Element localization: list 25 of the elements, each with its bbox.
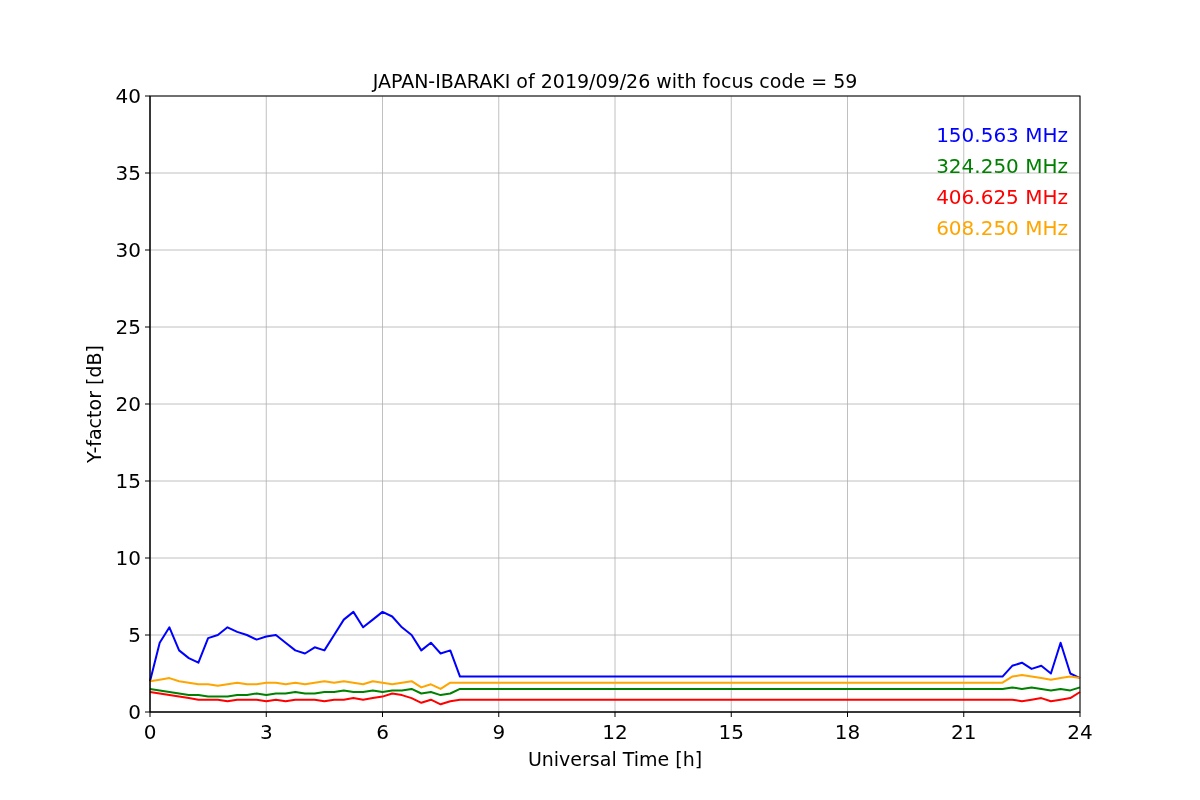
tick-label: 25: [115, 315, 141, 339]
tick-label: 24: [1067, 720, 1093, 744]
y-axis-label: Y-factor [dB]: [83, 345, 105, 463]
tick-label: 15: [115, 469, 141, 493]
chart-title: JAPAN-IBARAKI of 2019/09/26 with focus code = 59: [372, 70, 858, 92]
tick-label: 12: [602, 720, 628, 744]
tick-label: 6: [376, 720, 389, 744]
tick-label: 18: [834, 720, 861, 744]
tick-label: 0: [128, 700, 141, 724]
tick-label: 40: [115, 84, 141, 108]
tick-label: 20: [115, 392, 141, 416]
tick-label: 21: [951, 720, 977, 744]
tick-label: 15: [718, 720, 744, 744]
legend-label: 324.250 MHz: [936, 154, 1068, 178]
x-axis-label: Universal Time [h]: [527, 748, 703, 770]
tick-label: 10: [115, 546, 141, 570]
legend-label: 406.625 MHz: [936, 185, 1068, 209]
tick-label: 5: [128, 623, 141, 647]
tick-label: 9: [492, 720, 506, 744]
tick-label: 30: [115, 238, 141, 262]
tick-label: 35: [115, 161, 141, 185]
tick-label: 0: [143, 720, 157, 744]
legend-label: 608.250 MHz: [936, 216, 1068, 240]
legend-label: 150.563 MHz: [936, 123, 1068, 147]
tick-label: 3: [259, 720, 273, 744]
